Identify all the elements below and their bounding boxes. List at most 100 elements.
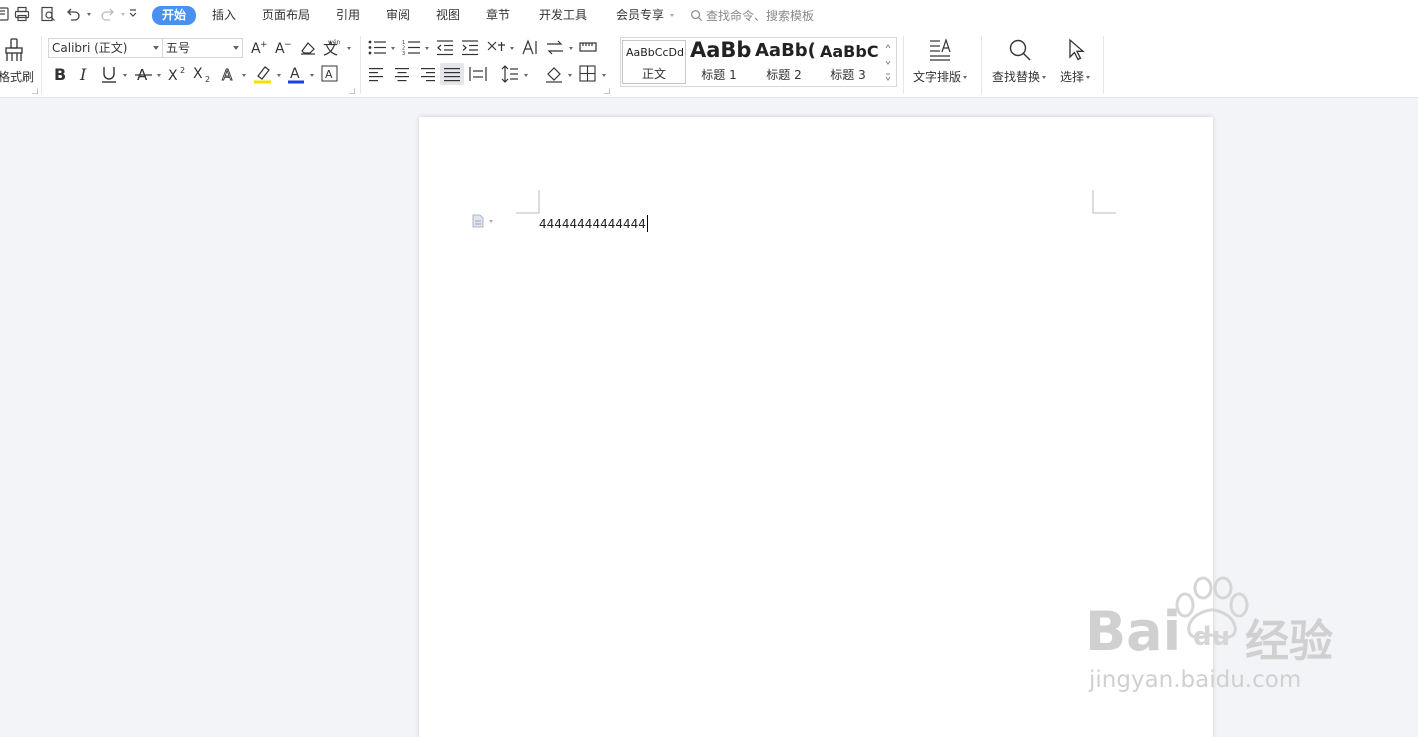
svg-text:3: 3: [402, 51, 405, 56]
margin-corner-top-left: [516, 190, 540, 214]
save-icon[interactable]: [0, 6, 10, 22]
command-search[interactable]: 查找命令、搜索模板: [690, 7, 814, 24]
customize-toolbar-icon[interactable]: [125, 6, 141, 22]
style-sample: AaBb: [690, 40, 751, 62]
style-heading-3[interactable]: AaBbC( 标题 3: [817, 40, 879, 84]
format-painter-icon[interactable]: [3, 38, 25, 62]
sort-dropdown-icon[interactable]: [569, 47, 573, 50]
svg-text:wén: wén: [328, 39, 341, 46]
redo-icon[interactable]: [100, 6, 116, 22]
format-painter-label[interactable]: 格式刷: [0, 68, 34, 85]
paragraph-handle[interactable]: [472, 214, 493, 228]
text-layout-label[interactable]: 文字排版: [913, 68, 968, 85]
select-cursor-icon[interactable]: [1066, 38, 1086, 62]
show-marks-icon[interactable]: [579, 39, 597, 56]
shading-icon[interactable]: [545, 65, 563, 83]
paragraph-dropdown-icon[interactable]: [489, 219, 493, 223]
clipboard-launcher-icon[interactable]: [32, 88, 38, 94]
shrink-font-icon[interactable]: A −: [274, 39, 291, 56]
tab-insert[interactable]: 插入: [212, 7, 236, 24]
font-launcher-icon[interactable]: [349, 88, 355, 94]
font-name-select[interactable]: Calibri (正文): [48, 38, 163, 58]
svg-text:2: 2: [205, 75, 210, 83]
document-text: 44444444444444: [539, 217, 646, 231]
tab-review[interactable]: 审阅: [386, 7, 410, 24]
shading-dropdown-icon[interactable]: [568, 74, 572, 77]
text-direction-icon[interactable]: [520, 39, 538, 56]
font-color-dropdown-icon[interactable]: [310, 74, 314, 77]
highlight-icon[interactable]: [253, 64, 272, 84]
numbering-dropdown-icon[interactable]: [425, 47, 429, 50]
bullets-dropdown-icon[interactable]: [391, 47, 395, 50]
paragraph-launcher-icon[interactable]: [604, 88, 610, 94]
document-text-line[interactable]: 44444444444444: [539, 215, 648, 232]
tab-member[interactable]: 会员专享: [616, 7, 664, 24]
tab-page-layout[interactable]: 页面布局: [262, 7, 310, 24]
search-icon: [691, 10, 703, 22]
select-label[interactable]: 选择: [1060, 68, 1091, 85]
character-border-icon[interactable]: A: [321, 65, 338, 82]
strikethrough-dropdown-icon[interactable]: [157, 74, 161, 77]
styles-scroll-icon[interactable]: [883, 40, 893, 84]
text-effect-dropdown-icon[interactable]: [242, 74, 246, 77]
style-heading-1[interactable]: AaBb 标题 1: [687, 40, 751, 84]
clear-format-icon[interactable]: [299, 39, 317, 56]
increase-indent-icon[interactable]: [461, 39, 479, 56]
bullets-icon[interactable]: [368, 39, 386, 56]
align-left-icon[interactable]: [369, 66, 385, 82]
highlight-dropdown-icon[interactable]: [277, 74, 281, 77]
style-name: 标题 1: [701, 68, 737, 82]
undo-dropdown-icon[interactable]: [87, 13, 91, 16]
baidu-watermark: Bai du 经验 jingyan.baidu.com: [1085, 575, 1345, 695]
member-dropdown-icon[interactable]: [670, 14, 674, 17]
tab-view[interactable]: 视图: [436, 7, 460, 24]
print-icon[interactable]: [14, 6, 30, 22]
text-layout-icon[interactable]: [928, 38, 952, 62]
tab-developer[interactable]: 开发工具: [539, 7, 587, 24]
svg-text:X: X: [168, 68, 178, 83]
svg-text:B: B: [54, 65, 66, 83]
italic-icon[interactable]: I: [76, 65, 92, 83]
grow-font-icon[interactable]: A +: [250, 39, 267, 56]
undo-icon[interactable]: [65, 6, 81, 22]
subscript-icon[interactable]: X2: [193, 65, 213, 83]
align-center-icon[interactable]: [394, 66, 410, 82]
find-replace-icon[interactable]: [1008, 38, 1032, 62]
separator: [981, 36, 982, 94]
document-icon: [472, 214, 484, 228]
svg-text:X: X: [193, 66, 203, 82]
text-effect-icon[interactable]: A: [220, 65, 237, 83]
separator: [903, 36, 904, 94]
align-right-icon[interactable]: [419, 66, 435, 82]
superscript-icon[interactable]: X2: [168, 65, 188, 83]
justify-icon[interactable]: [440, 63, 464, 85]
tab-home[interactable]: 开始: [152, 6, 197, 25]
tab-chapter[interactable]: 章节: [486, 7, 510, 24]
borders-icon[interactable]: [579, 65, 596, 82]
decrease-indent-icon[interactable]: [436, 39, 454, 56]
bold-icon[interactable]: B: [52, 65, 68, 83]
numbering-icon[interactable]: 123: [402, 39, 420, 56]
style-name: 标题 3: [830, 68, 866, 82]
chinese-layout-icon[interactable]: [486, 39, 506, 56]
distribute-icon[interactable]: [469, 66, 487, 82]
chinese-layout-dropdown-icon[interactable]: [510, 47, 514, 50]
phonetic-guide-icon[interactable]: 文 wén: [323, 38, 343, 57]
underline-dropdown-icon[interactable]: [123, 74, 127, 77]
phonetic-dropdown-icon[interactable]: [347, 47, 351, 50]
search-placeholder: 查找命令、搜索模板: [706, 9, 815, 23]
font-color-icon[interactable]: A: [287, 64, 305, 84]
tab-references[interactable]: 引用: [336, 7, 360, 24]
line-spacing-dropdown-icon[interactable]: [524, 74, 528, 77]
find-replace-label[interactable]: 查找替换: [992, 68, 1047, 85]
line-spacing-icon[interactable]: [501, 65, 519, 83]
style-heading-2[interactable]: AaBb( 标题 2: [752, 40, 816, 84]
font-size-select[interactable]: 五号: [162, 38, 243, 58]
sort-icon[interactable]: [545, 39, 565, 56]
print-preview-icon[interactable]: [40, 6, 56, 22]
underline-icon[interactable]: [100, 65, 118, 83]
style-normal[interactable]: AaBbCcDd 正文: [622, 40, 686, 84]
strikethrough-icon[interactable]: A: [135, 65, 152, 83]
font-name-value: Calibri (正文): [52, 41, 128, 55]
borders-dropdown-icon[interactable]: [602, 74, 606, 77]
